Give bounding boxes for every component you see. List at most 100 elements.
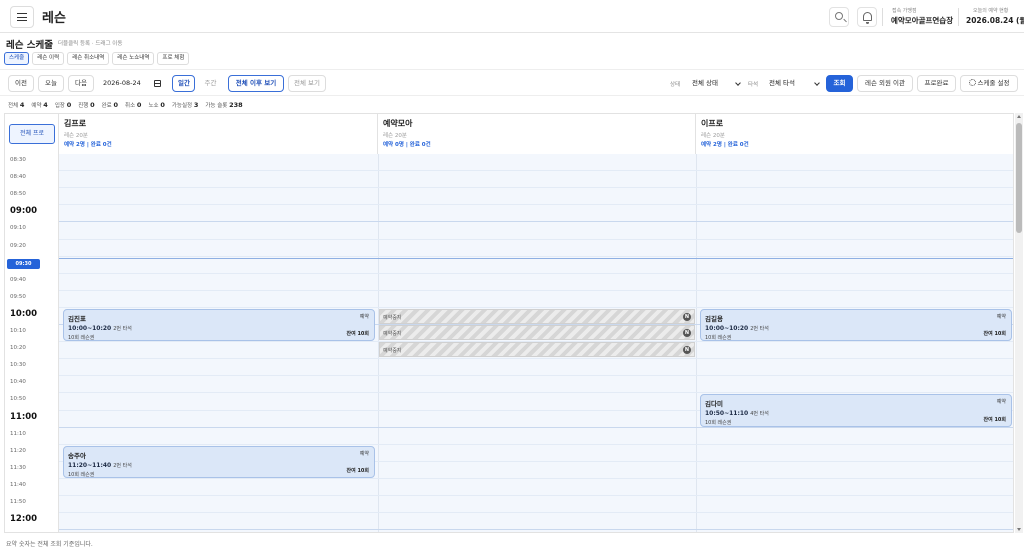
status-badge: 예약 bbox=[996, 314, 1006, 320]
pro-stats: 예약 2명 | 완료 0건 bbox=[64, 142, 112, 148]
pro-complete-button[interactable]: 프로완료 bbox=[917, 75, 956, 92]
row-line bbox=[59, 306, 1013, 308]
row-line bbox=[59, 204, 1013, 206]
all-pro-button[interactable]: 전체 프로 bbox=[9, 124, 55, 144]
time-label: 08:30 bbox=[10, 157, 26, 163]
gear-icon bbox=[968, 79, 976, 86]
blocked-badge: N bbox=[683, 329, 691, 337]
blocked-slot[interactable]: 예약중지 N bbox=[379, 342, 695, 357]
member-name: 김진표 bbox=[68, 315, 86, 323]
tab-pro-trial[interactable]: 프로 체험 bbox=[157, 52, 190, 65]
tab-lesson-history[interactable]: 레슨 이력 bbox=[32, 52, 65, 65]
scroll-thumb[interactable] bbox=[1016, 123, 1022, 233]
pro-lesson-length: 레슨 20분 bbox=[64, 133, 88, 139]
time-label: 10:00 bbox=[10, 308, 38, 319]
time-label: 11:00 bbox=[10, 411, 38, 422]
count-reserved: 예약 4 bbox=[31, 101, 48, 109]
tab-bar: 스케줄 레슨 이력 레슨 취소내역 레슨 노쇼내역 프로 체험 bbox=[4, 52, 190, 65]
count-done: 완료 0 bbox=[101, 101, 119, 109]
day-view-button[interactable]: 일간 bbox=[172, 75, 195, 92]
today-button[interactable]: 오늘 bbox=[38, 75, 64, 92]
status-badge: 예약 bbox=[359, 314, 369, 320]
next-button[interactable]: 다음 bbox=[68, 75, 94, 92]
row-line bbox=[59, 495, 1013, 496]
current-time-line bbox=[59, 258, 1013, 259]
seat-select[interactable]: 전체 타석 bbox=[764, 75, 823, 92]
row-line bbox=[59, 238, 1013, 240]
remaining-count: 잔여 10회 bbox=[346, 331, 370, 337]
time-label: 10:10 bbox=[10, 328, 26, 334]
blocked-slot[interactable]: 예약중지 N bbox=[379, 309, 695, 324]
status-select[interactable]: 전체 상태 bbox=[687, 75, 744, 92]
lesson-card[interactable]: 송주아 11:20~11:40 2번 타석 10회 레슨권 예약 잔여 10회 bbox=[63, 446, 375, 478]
lesson-card[interactable]: 김다미 10:50~11:10 4번 타석 10회 레슨권 예약 잔여 10회 bbox=[700, 394, 1012, 427]
row-line bbox=[59, 289, 1013, 291]
blocked-slot[interactable]: 예약중지 N bbox=[379, 325, 695, 340]
lesson-pass: 10회 레슨권 bbox=[705, 420, 732, 426]
app-title: 레슨 bbox=[42, 11, 66, 26]
lesson-card[interactable]: 김길용 10:00~10:20 2번 타석 10회 레슨권 예약 잔여 10회 bbox=[700, 309, 1012, 341]
tab-lesson-noshow[interactable]: 레슨 노쇼내역 bbox=[112, 52, 155, 65]
seat: 2번 타석 bbox=[750, 326, 769, 332]
calendar-icon bbox=[154, 80, 161, 87]
time-label: 09:50 bbox=[10, 293, 26, 300]
show-after-button[interactable]: 전체 이후 보기 bbox=[228, 75, 284, 92]
row-line bbox=[59, 529, 1013, 531]
pro-name: 이프로 bbox=[701, 119, 724, 128]
today-label: 오늘의 예약 현황 bbox=[973, 8, 1009, 14]
store-name: 예약모아골프연습장 bbox=[891, 16, 954, 25]
prev-button[interactable]: 이전 bbox=[8, 75, 34, 92]
status-badge: 예약 bbox=[359, 451, 369, 457]
seat: 4번 타석 bbox=[750, 411, 769, 417]
blocked-badge: N bbox=[683, 346, 691, 354]
lesson-time: 10:00~10:20 2번 타석 bbox=[68, 325, 132, 332]
scroll-down-icon[interactable] bbox=[1017, 528, 1021, 531]
tab-schedule[interactable]: 스케줄 bbox=[4, 52, 30, 65]
count-available-slots: 가능 슬롯 238 bbox=[205, 101, 243, 109]
row-line bbox=[59, 272, 1013, 274]
search-icon[interactable] bbox=[829, 7, 849, 27]
row-line bbox=[59, 358, 1013, 360]
date-input[interactable]: 2026-08-24 bbox=[97, 75, 167, 92]
row-line bbox=[59, 255, 1013, 257]
pro-stats: 예약 2명 | 완료 0건 bbox=[701, 142, 749, 148]
seat-select-value: 전체 타석 bbox=[769, 79, 795, 87]
chevron-down-icon bbox=[735, 80, 741, 86]
schedule-settings-button[interactable]: 스케줄 설정 bbox=[960, 75, 1018, 92]
bell-icon[interactable] bbox=[857, 7, 877, 27]
show-all-button[interactable]: 전체 보기 bbox=[288, 75, 326, 92]
scroll-up-icon[interactable] bbox=[1017, 115, 1021, 118]
time-label: 10:50 bbox=[10, 396, 26, 403]
pro-column-header: 김프로 레슨 20분 예약 2명 | 완료 0건 bbox=[59, 114, 378, 154]
pro-stats: 예약 0명 | 완료 0건 bbox=[383, 142, 431, 148]
pro-name: 김프로 bbox=[64, 119, 87, 128]
pro-column-header: 이프로 레슨 20분 예약 2명 | 완료 0건 bbox=[696, 114, 1013, 154]
blocked-label: 예약중지 bbox=[383, 315, 402, 321]
today-date: 2026.08.24 (월) bbox=[966, 16, 1024, 25]
lesson-card[interactable]: 김진표 10:00~10:20 2번 타석 10회 레슨권 예약 잔여 10회 bbox=[63, 309, 375, 341]
time-label: 11:50 bbox=[10, 499, 26, 505]
menu-icon[interactable] bbox=[10, 6, 34, 28]
lesson-pass: 10회 레슨권 bbox=[68, 472, 95, 478]
seat-label: 타석 bbox=[748, 82, 759, 88]
lesson-time: 10:00~10:20 2번 타석 bbox=[705, 325, 769, 332]
schedule-settings-label: 스케줄 설정 bbox=[977, 79, 1010, 87]
scrollbar[interactable] bbox=[1015, 113, 1023, 533]
lesson-time: 11:20~11:40 2번 타석 bbox=[68, 462, 132, 469]
time-label: 11:30 bbox=[10, 464, 26, 471]
time-label: 10:30 bbox=[10, 362, 26, 369]
pro-lesson-length: 레슨 20분 bbox=[701, 133, 725, 139]
row-line bbox=[59, 170, 1013, 172]
blocked-label: 예약중지 bbox=[383, 348, 402, 354]
page-hint: 더블클릭 등록 · 드래그 이동 bbox=[58, 41, 123, 47]
week-view-button[interactable]: 주간 bbox=[198, 75, 223, 92]
store-label: 접속 가맹점 bbox=[892, 8, 917, 14]
status-select-value: 전체 상태 bbox=[692, 79, 718, 87]
toolbar: 이전 오늘 다음 2026-08-24 일간 주간 전체 이후 보기 전체 보기… bbox=[0, 69, 1024, 96]
tab-lesson-cancel[interactable]: 레슨 취소내역 bbox=[67, 52, 110, 65]
time-label: 11:10 bbox=[10, 430, 26, 437]
footnote: 요약 숫자는 전체 조회 기준입니다. bbox=[6, 541, 93, 548]
search-button[interactable]: 조회 bbox=[826, 75, 853, 92]
member-name: 김다미 bbox=[705, 400, 723, 408]
move-out-button[interactable]: 레슨 외원 이관 bbox=[857, 75, 913, 92]
